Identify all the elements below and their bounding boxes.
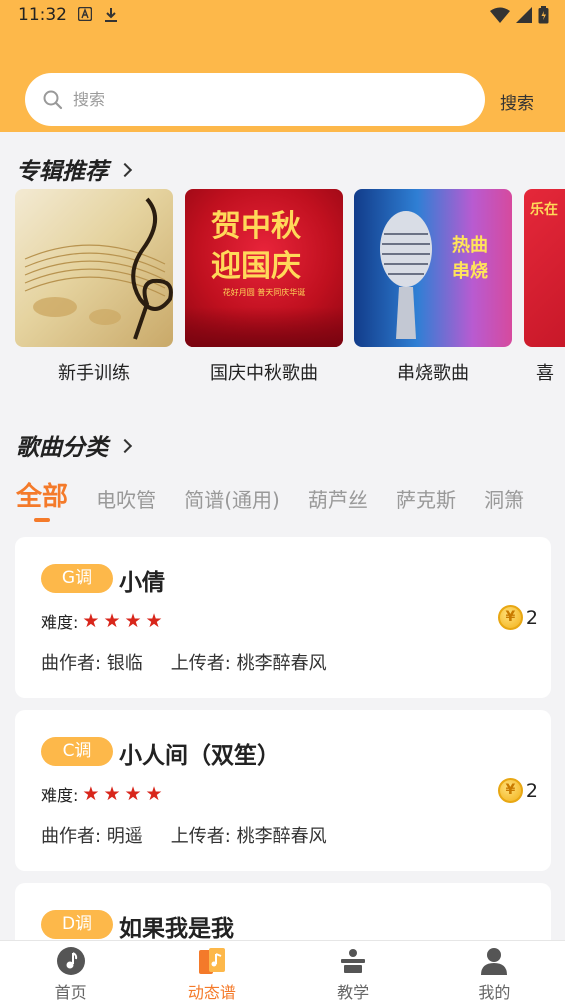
- song-card[interactable]: C调 小人间（双笙） 难度: ★★★★ ¥ 2 曲作者: 明遥 上传者: 桃李醉…: [15, 710, 551, 871]
- song-meta: 曲作者: 明遥 上传者: 桃李醉春风: [41, 822, 327, 848]
- person-icon: [481, 948, 508, 975]
- tab-numbered-notation[interactable]: 简谱(通用): [184, 484, 280, 513]
- album-title: 国庆中秋歌曲: [210, 363, 318, 384]
- album-title: 串烧歌曲: [397, 363, 469, 384]
- header: 11:32 搜索: [0, 0, 565, 132]
- difficulty: 难度: ★★★★: [41, 609, 167, 633]
- star-rating: ★★★★: [82, 783, 167, 805]
- chevron-right-icon: [117, 162, 133, 178]
- active-tab-indicator: [34, 518, 50, 522]
- search-box[interactable]: [25, 73, 485, 126]
- song-title: 小人间（双笙）: [119, 743, 280, 769]
- app-notification-icon: [78, 7, 92, 21]
- albums-section-title: 专辑推荐: [16, 159, 108, 185]
- nav-label: 我的: [478, 983, 511, 1002]
- coin-icon: ¥: [497, 605, 523, 630]
- tab-all[interactable]: 全部: [16, 476, 68, 513]
- album-cover: [15, 189, 173, 347]
- music-note-icon: [56, 947, 85, 975]
- battery-icon: [538, 6, 549, 24]
- cover-text: 乐在: [530, 202, 558, 218]
- key-badge: G调: [41, 564, 113, 593]
- song-title: 如果我是我: [119, 916, 234, 942]
- treble-clef-icon: [24, 197, 173, 340]
- nav-label: 教学: [337, 983, 370, 1002]
- album-card[interactable]: 热曲 串烧 串烧歌曲: [354, 189, 512, 385]
- key-badge: D调: [41, 910, 113, 939]
- price: ¥ 2: [497, 605, 538, 630]
- category-tabs[interactable]: 全部 电吹管 简谱(通用) 葫芦丝 萨克斯 洞箫: [16, 476, 565, 526]
- album-title: 新手训练: [58, 363, 130, 384]
- cover-text-line-1: 贺中秋: [211, 209, 301, 244]
- coin-icon: ¥: [497, 778, 523, 803]
- nav-label: 动态谱: [187, 983, 236, 1002]
- album-carousel[interactable]: 新手训练 贺中秋 迎国庆 花好月圆 普天同庆华诞 国庆中秋歌曲 热曲 串烧 串烧…: [15, 189, 565, 389]
- difficulty: 难度: ★★★★: [41, 782, 167, 806]
- price: ¥ 2: [497, 778, 538, 803]
- search-input[interactable]: [73, 90, 433, 109]
- album-cover: 贺中秋 迎国庆 花好月圆 普天同庆华诞: [185, 189, 343, 347]
- chevron-right-icon: [117, 438, 133, 454]
- search-button[interactable]: 搜索: [500, 89, 534, 114]
- difficulty-label: 难度:: [41, 613, 79, 632]
- status-notifications: [78, 7, 118, 23]
- album-cover: 乐在: [524, 189, 565, 347]
- album-card[interactable]: 贺中秋 迎国庆 花好月圆 普天同庆华诞 国庆中秋歌曲: [185, 189, 343, 385]
- teaching-icon: [341, 949, 366, 973]
- star-rating: ★★★★: [82, 610, 167, 632]
- cover-caption: 花好月圆 普天同庆华诞: [222, 288, 306, 297]
- microphone-icon: [380, 211, 432, 339]
- search-icon: [43, 90, 63, 109]
- album-card[interactable]: 乐在 喜: [524, 189, 565, 385]
- wifi-icon: [490, 7, 510, 23]
- price-value: 2: [525, 779, 538, 802]
- key-badge: C调: [41, 737, 113, 766]
- tab-dongxiao[interactable]: 洞箫: [484, 484, 524, 513]
- nav-home[interactable]: 首页: [0, 941, 141, 1004]
- categories-section-header[interactable]: 歌曲分类: [16, 428, 133, 462]
- cover-headline: 热曲 串烧: [452, 233, 488, 285]
- albums-section-header[interactable]: 专辑推荐: [16, 152, 133, 186]
- signal-icon: [516, 7, 532, 23]
- sheet-music-icon: [198, 948, 225, 974]
- uploader: 上传者: 桃李醉春风: [170, 826, 327, 847]
- bottom-nav: 首页 动态谱 教学 我的: [0, 940, 565, 1004]
- song-title: 小倩: [119, 570, 165, 596]
- price-value: 2: [525, 606, 538, 629]
- tab-saxophone[interactable]: 萨克斯: [396, 484, 456, 513]
- cover-text-line-2: 串烧: [452, 261, 488, 282]
- cover-shade: [185, 307, 343, 347]
- status-system-icons: [490, 6, 549, 24]
- nav-teaching[interactable]: 教学: [283, 941, 424, 1004]
- nav-profile[interactable]: 我的: [424, 941, 565, 1004]
- nav-dynamic-sheet[interactable]: 动态谱: [141, 941, 282, 1004]
- composer: 曲作者: 明遥: [41, 826, 143, 847]
- categories-section-title: 歌曲分类: [16, 435, 108, 461]
- cover-headline: 贺中秋 迎国庆: [211, 207, 301, 287]
- tab-hulusi[interactable]: 葫芦丝: [308, 484, 368, 513]
- album-card[interactable]: 新手训练: [15, 189, 173, 385]
- composer: 曲作者: 银临: [41, 653, 143, 674]
- song-meta: 曲作者: 银临 上传者: 桃李醉春风: [41, 649, 327, 675]
- tab-electric-wind[interactable]: 电吹管: [96, 484, 156, 513]
- uploader: 上传者: 桃李醉春风: [170, 653, 327, 674]
- status-time: 11:32: [18, 5, 67, 25]
- cover-text-line-2: 迎国庆: [211, 249, 301, 284]
- difficulty-label: 难度:: [41, 786, 79, 805]
- nav-label: 首页: [54, 983, 87, 1002]
- cover-text-line-1: 热曲: [452, 235, 488, 256]
- song-card[interactable]: G调 小倩 难度: ★★★★ ¥ 2 曲作者: 银临 上传者: 桃李醉春风: [15, 537, 551, 698]
- download-icon: [105, 8, 117, 22]
- album-cover: 热曲 串烧: [354, 189, 512, 347]
- album-title: 喜: [536, 363, 554, 384]
